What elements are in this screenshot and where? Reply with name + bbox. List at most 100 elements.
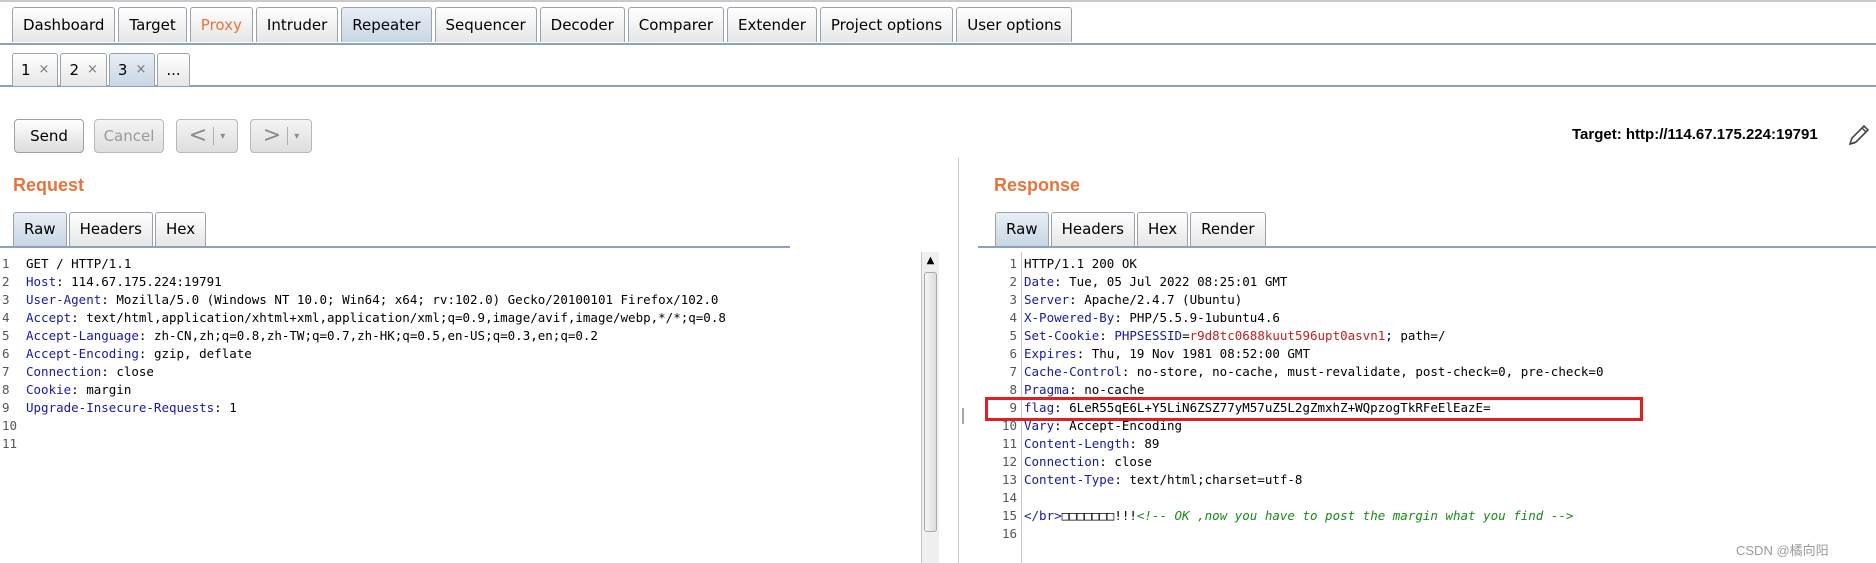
line-number: 4 xyxy=(2,310,10,325)
header-value: : 114.67.175.224:19791 xyxy=(56,274,222,289)
request-line-7: Connection: close xyxy=(26,364,154,379)
separator xyxy=(213,127,215,145)
edit-pencil-icon[interactable] xyxy=(1846,122,1872,148)
html-tag: </br> xyxy=(1024,508,1062,523)
header-key: Content-Type xyxy=(1024,472,1115,487)
line-number: 3 xyxy=(1009,292,1017,307)
forward-button[interactable]: > ▾ xyxy=(250,119,312,153)
response-line-7: Cache-Control: no-store, no-cache, must-… xyxy=(1024,364,1603,379)
line-number: 12 xyxy=(1001,454,1017,469)
response-line-4: X-Powered-By: PHP/5.5.9-1ubuntu4.6 xyxy=(1024,310,1280,325)
main-tab-sequencer[interactable]: Sequencer xyxy=(434,7,537,42)
request-tabs: Raw Headers Hex xyxy=(13,212,208,246)
sub-tab-1[interactable]: 1 × xyxy=(12,53,59,86)
main-tab-user-options[interactable]: User options xyxy=(956,7,1073,42)
header-key: Accept-Encoding xyxy=(26,346,139,361)
request-line-2: Host: 114.67.175.224:19791 xyxy=(26,274,222,289)
header-key: Server xyxy=(1024,292,1070,307)
response-tab-hex[interactable]: Hex xyxy=(1137,212,1189,246)
header-key: Content-Length xyxy=(1024,436,1130,451)
response-line-3: Server: Apache/2.4.7 (Ubuntu) xyxy=(1024,292,1242,307)
line-number: 3 xyxy=(2,292,10,307)
main-tab-extender[interactable]: Extender xyxy=(727,7,817,42)
line-number: 8 xyxy=(1009,382,1017,397)
sub-tab-2[interactable]: 2 × xyxy=(60,53,107,86)
line-number: 10 xyxy=(2,418,18,433)
request-line-1: GET / HTTP/1.1 xyxy=(26,256,131,271)
header-value: : no-cache xyxy=(1069,382,1145,397)
repeater-sub-tab-bar: 1 × 2 × 3 ×... xyxy=(0,47,1876,87)
response-line-6: Expires: Thu, 19 Nov 1981 08:52:00 GMT xyxy=(1024,346,1310,361)
response-line-15: </br>□□□□□□□!!!<!-- OK ,now you have to … xyxy=(1024,508,1573,523)
target-label: Target: http://114.67.175.224:19791 xyxy=(1572,126,1818,143)
sub-tab-label: 3 xyxy=(117,61,128,79)
close-icon[interactable]: × xyxy=(87,54,98,86)
close-icon[interactable]: × xyxy=(39,54,50,86)
request-tab-hex[interactable]: Hex xyxy=(155,212,207,246)
request-tab-headers[interactable]: Headers xyxy=(68,212,153,246)
header-value: : text/html,application/xhtml+xml,applic… xyxy=(71,310,726,325)
send-button[interactable]: Send xyxy=(14,119,84,153)
response-line-12: Connection: close xyxy=(1024,454,1152,469)
line-number: 2 xyxy=(2,274,10,289)
cookie-name: PHPSESSID xyxy=(1114,328,1183,343)
request-scrollbar[interactable]: ▲ xyxy=(921,252,939,563)
header-key: Connection xyxy=(26,364,102,379)
main-tab-comparer[interactable]: Comparer xyxy=(627,7,724,42)
main-tab-bar: Dashboard Target Proxy Intruder Repeater Sequ… xyxy=(0,0,1876,45)
header-key: Expires xyxy=(1024,346,1077,361)
header-value: : PHP/5.5.9-1ubuntu4.6 xyxy=(1114,310,1280,325)
main-tab-dashboard[interactable]: Dashboard xyxy=(12,7,116,42)
back-button[interactable]: < ▾ xyxy=(176,119,238,153)
header-value: : xyxy=(1099,328,1115,343)
cancel-button[interactable]: Cancel xyxy=(94,119,164,153)
main-tab-target[interactable]: Target xyxy=(118,7,187,42)
header-key: Cookie xyxy=(26,382,72,397)
header-key: Accept xyxy=(26,310,72,325)
request-tabs-underline xyxy=(0,246,790,248)
header-value: : margin xyxy=(71,382,132,397)
header-value: : close xyxy=(101,364,154,379)
request-editor[interactable]: 1 2 3 4 5 6 7 8 9 10 11 GET / HTTP/1.1 Host: 114.67… xyxy=(0,252,922,563)
line-number: 9 xyxy=(2,400,10,415)
main-tab-decoder[interactable]: Decoder xyxy=(539,7,625,42)
line-number: 16 xyxy=(1001,526,1017,541)
request-title: Request xyxy=(13,175,85,195)
sub-tab-label: 1 xyxy=(21,61,31,79)
sub-tab-label: ... xyxy=(166,61,181,79)
main-tabs: Dashboard Target Proxy Intruder Repeater Sequ… xyxy=(12,7,1075,42)
response-tab-render[interactable]: Render xyxy=(1190,212,1266,246)
header-value: : gzip, deflate xyxy=(138,346,252,361)
request-line-5: Accept-Language: zh-CN,zh;q=0.8,zh-TW;q=… xyxy=(26,328,598,343)
scroll-thumb[interactable] xyxy=(924,272,937,532)
main-tab-intruder[interactable]: Intruder xyxy=(255,7,339,42)
status-line: HTTP/1.1 200 OK xyxy=(1024,256,1137,271)
cookie-value: r9d8tc0688kuut596upt0asvn1 xyxy=(1189,328,1386,343)
line-number: 8 xyxy=(2,382,10,397)
sub-tab-3[interactable]: 3 × xyxy=(108,53,156,86)
sub-tab-4[interactable]: ... xyxy=(157,53,190,86)
header-value: : text/html;charset=utf-8 xyxy=(1114,472,1303,487)
response-tabs-underline xyxy=(978,246,1876,248)
response-line-5: Set-Cookie: PHPSESSID=r9d8tc0688kuut596u… xyxy=(1024,328,1445,343)
split-divider[interactable] xyxy=(958,158,968,563)
main-tab-repeater[interactable]: Repeater xyxy=(341,7,432,42)
header-value: : Thu, 19 Nov 1981 08:52:00 GMT xyxy=(1076,346,1310,361)
header-key: Host xyxy=(26,274,57,289)
scroll-up-icon[interactable]: ▲ xyxy=(922,252,939,268)
divider-grip[interactable] xyxy=(962,408,964,424)
request-tab-raw[interactable]: Raw xyxy=(13,212,67,246)
chevron-down-icon: ▾ xyxy=(220,130,226,142)
request-line-numbers: 1 2 3 4 5 6 7 8 9 10 11 xyxy=(0,252,24,563)
main-tab-proxy[interactable]: Proxy xyxy=(189,7,253,42)
response-title: Response xyxy=(994,175,1081,195)
close-icon[interactable]: × xyxy=(135,54,146,86)
repeater-sub-tabs: 1 × 2 × 3 ×... xyxy=(12,53,192,86)
response-tab-headers[interactable]: Headers xyxy=(1050,212,1135,246)
request-line-6: Accept-Encoding: gzip, deflate xyxy=(26,346,252,361)
line-number: 2 xyxy=(1009,274,1017,289)
main-tab-project-options[interactable]: Project options xyxy=(819,7,954,42)
forward-arrow-icon: > xyxy=(262,123,282,148)
response-tab-raw[interactable]: Raw xyxy=(995,212,1049,246)
line-number: 5 xyxy=(1009,328,1017,343)
